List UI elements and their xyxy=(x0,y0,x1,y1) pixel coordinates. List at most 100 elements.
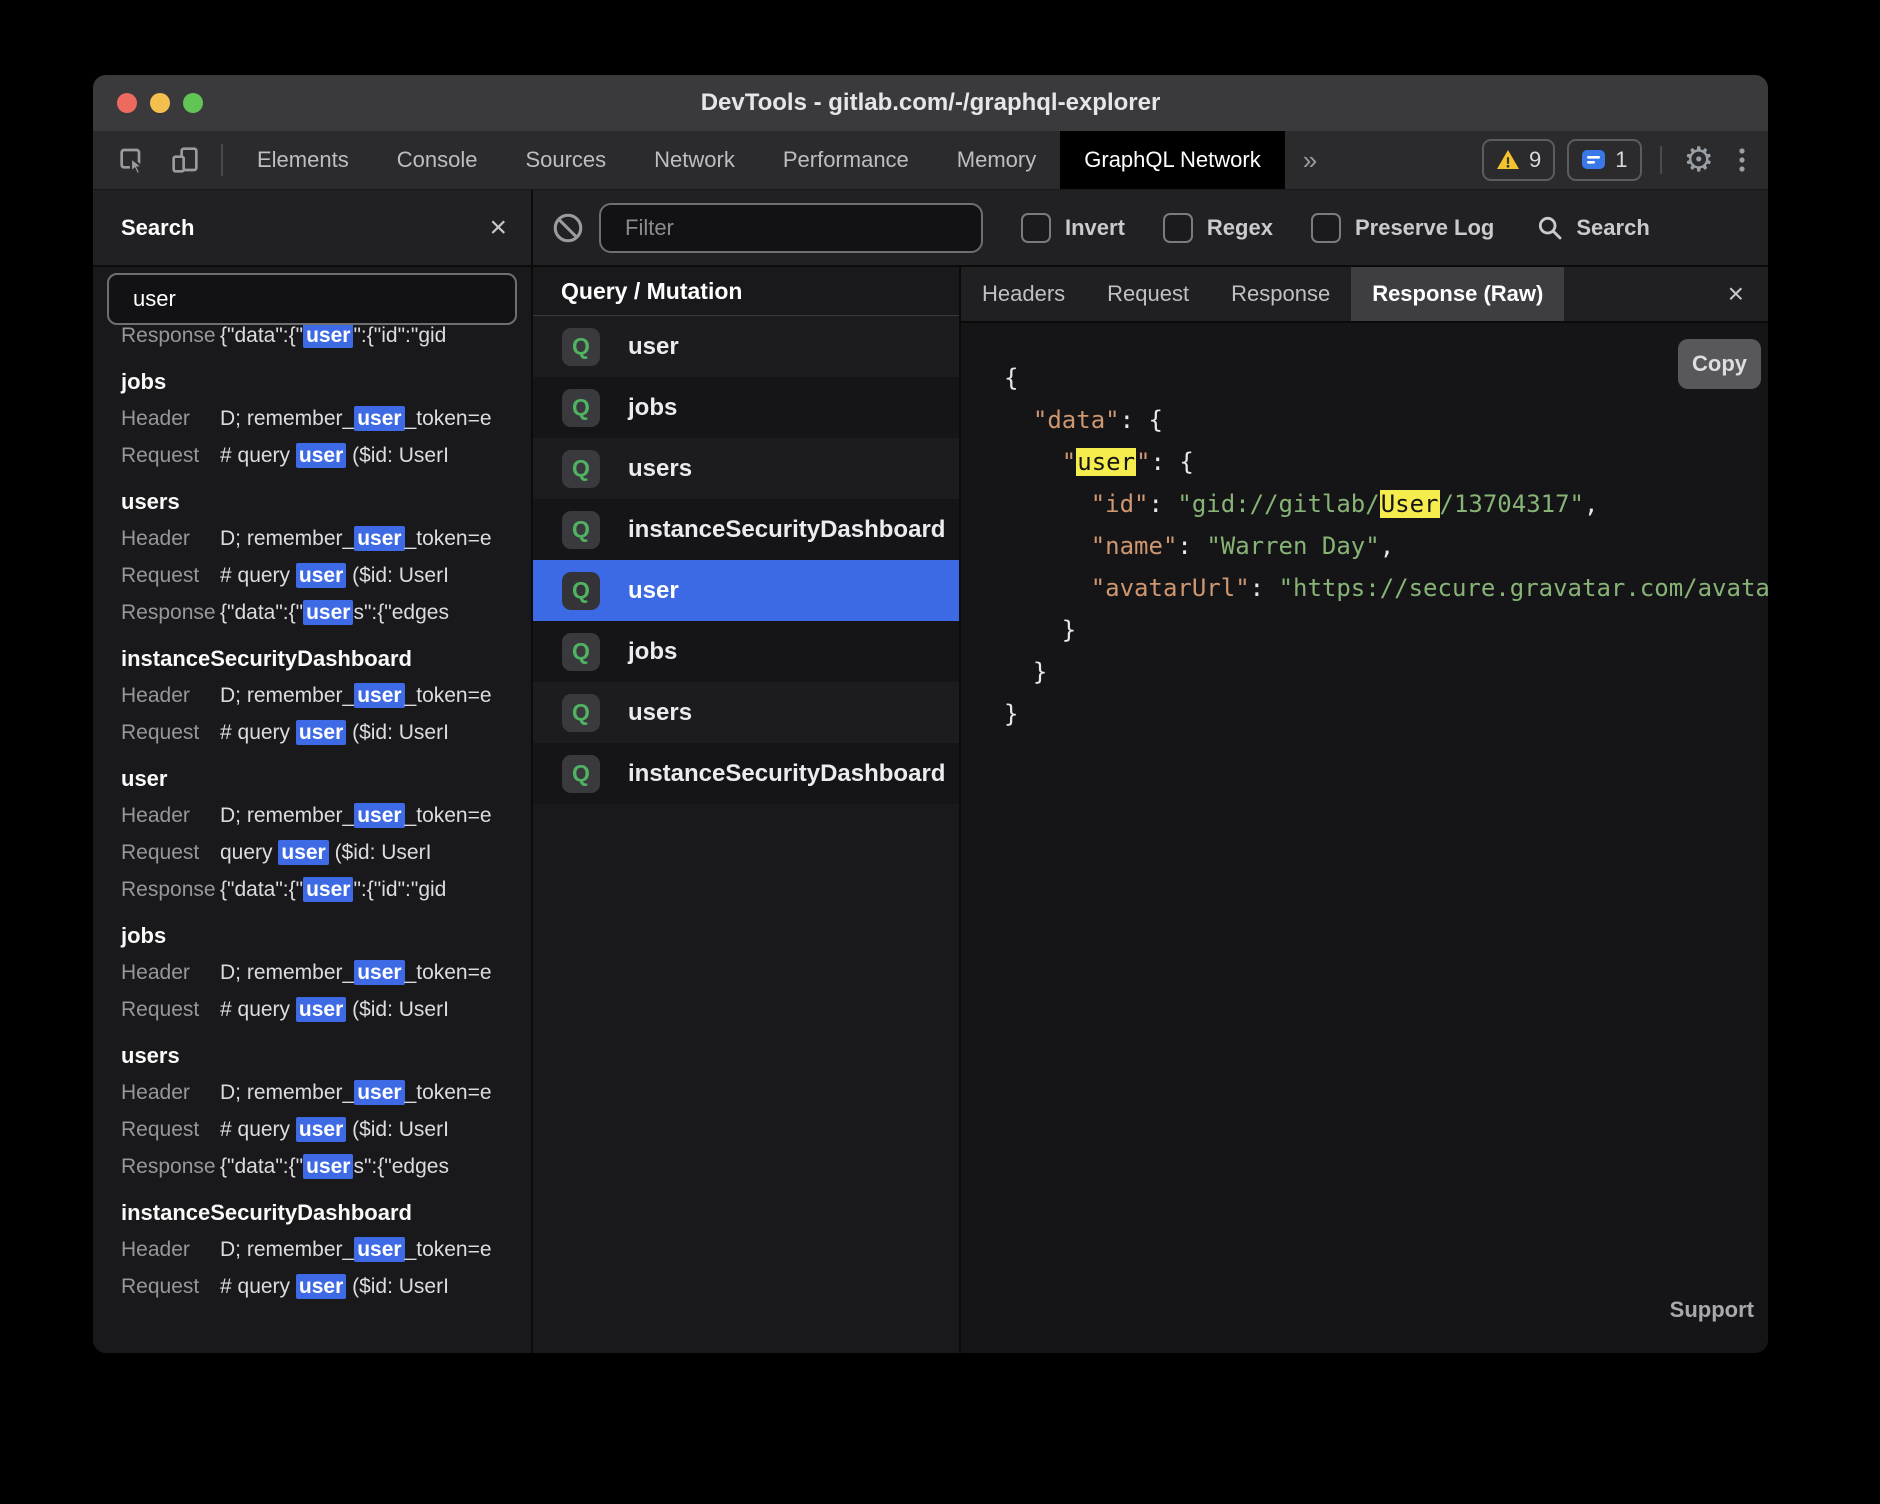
highlighted-match: user xyxy=(303,600,353,625)
tab-graphql-network[interactable]: GraphQL Network xyxy=(1060,131,1284,189)
text-run: _token=e xyxy=(405,1238,492,1261)
search-result-line[interactable]: HeaderD; remember_user_token=e xyxy=(93,1231,531,1268)
search-result-line[interactable]: Request# query user ($id: UserI xyxy=(93,1268,531,1305)
detail-tab-response-raw-[interactable]: Response (Raw) xyxy=(1351,267,1564,321)
preserve-log-checkbox[interactable] xyxy=(1311,213,1341,243)
query-list-item[interactable]: QinstanceSecurityDashboard xyxy=(533,499,959,560)
device-toolbar-icon[interactable] xyxy=(159,131,211,189)
search-result-heading[interactable]: instanceSecurityDashboard xyxy=(93,640,531,677)
result-line-content: D; remember_user_token=e xyxy=(220,527,492,551)
query-item-label: instanceSecurityDashboard xyxy=(628,516,945,544)
zoom-window-button[interactable] xyxy=(183,93,203,113)
search-result-line[interactable]: HeaderD; remember_user_token=e xyxy=(93,1074,531,1111)
titlebar: DevTools - gitlab.com/-/graphql-explorer xyxy=(93,75,1768,131)
tab-console[interactable]: Console xyxy=(373,131,502,189)
warnings-badge[interactable]: 9 xyxy=(1482,139,1555,181)
more-options-icon[interactable] xyxy=(1724,131,1760,189)
divider xyxy=(221,144,223,176)
search-result-line[interactable]: Response{"data":{"users":{"edges xyxy=(93,1148,531,1185)
result-line-content: D; remember_user_token=e xyxy=(220,804,492,828)
highlighted-match: user xyxy=(354,406,404,431)
close-search-panel-icon[interactable]: × xyxy=(489,213,507,243)
query-list-item[interactable]: Quser xyxy=(533,560,959,621)
tab-performance[interactable]: Performance xyxy=(759,131,933,189)
search-result-line[interactable]: Requestquery user ($id: UserI xyxy=(93,834,531,871)
search-result-heading[interactable]: users xyxy=(93,1037,531,1074)
result-line-label: Header xyxy=(121,804,220,828)
query-list-item[interactable]: Qjobs xyxy=(533,621,959,682)
regex-checkbox-group: Regex xyxy=(1163,213,1273,243)
highlighted-match: user xyxy=(354,803,404,828)
search-result-heading[interactable]: jobs xyxy=(93,363,531,400)
preserve-log-label: Preserve Log xyxy=(1355,215,1494,241)
json-token: , xyxy=(1380,532,1394,560)
search-result-entry: userHeaderD; remember_user_token=eReques… xyxy=(93,760,531,908)
search-label: Search xyxy=(1576,215,1649,241)
inspect-element-icon[interactable] xyxy=(107,131,159,189)
invert-checkbox[interactable] xyxy=(1021,213,1051,243)
tab-sources[interactable]: Sources xyxy=(501,131,630,189)
search-result-line[interactable]: Response{"data":{"user":{"id":"gid xyxy=(93,871,531,908)
close-window-button[interactable] xyxy=(117,93,137,113)
regex-checkbox[interactable] xyxy=(1163,213,1193,243)
request-detail-panel: HeadersRequestResponseResponse (Raw) × Co… xyxy=(961,267,1768,1353)
search-result-line[interactable]: Request# query user ($id: UserI xyxy=(93,714,531,751)
window-title: DevTools - gitlab.com/-/graphql-explorer xyxy=(701,89,1161,117)
tab-elements[interactable]: Elements xyxy=(233,131,373,189)
minimize-window-button[interactable] xyxy=(150,93,170,113)
search-result-line[interactable]: HeaderD; remember_user_token=e xyxy=(93,520,531,557)
close-detail-icon[interactable]: × xyxy=(1704,267,1768,321)
result-line-label: Response xyxy=(121,878,220,902)
json-line: "data": { xyxy=(1004,399,1768,441)
query-type-icon: Q xyxy=(562,633,600,671)
tab-memory[interactable]: Memory xyxy=(933,131,1060,189)
search-result-heading[interactable]: users xyxy=(93,483,531,520)
query-item-label: jobs xyxy=(628,394,677,422)
json-token: : { xyxy=(1120,406,1163,434)
json-token xyxy=(1004,490,1091,518)
query-list-item[interactable]: Qusers xyxy=(533,438,959,499)
clear-requests-icon[interactable] xyxy=(551,211,585,245)
detail-tab-request[interactable]: Request xyxy=(1086,267,1210,321)
query-list-item[interactable]: Qusers xyxy=(533,682,959,743)
search-result-heading[interactable]: jobs xyxy=(93,917,531,954)
result-line-label: Request xyxy=(121,1118,220,1142)
settings-gear-icon[interactable]: ⚙ xyxy=(1674,131,1724,189)
query-list-item[interactable]: Qjobs xyxy=(533,377,959,438)
search-toggle[interactable]: Search xyxy=(1536,214,1649,242)
search-result-entry: jobsHeaderD; remember_user_token=eReques… xyxy=(93,363,531,474)
search-result-line[interactable]: HeaderD; remember_user_token=e xyxy=(93,797,531,834)
tab-network[interactable]: Network xyxy=(630,131,759,189)
search-result-line[interactable]: HeaderD; remember_user_token=e xyxy=(93,954,531,991)
search-result-line[interactable]: Request# query user ($id: UserI xyxy=(93,557,531,594)
text-run: # query xyxy=(220,998,296,1021)
search-results-list: Response{"data":{"user":{"id":"gidjobsHe… xyxy=(93,325,531,1353)
search-result-line[interactable]: Request# query user ($id: UserI xyxy=(93,991,531,1028)
detail-tab-headers[interactable]: Headers xyxy=(961,267,1086,321)
search-result-heading[interactable]: user xyxy=(93,760,531,797)
messages-badge[interactable]: 1 xyxy=(1567,139,1641,181)
query-list-item[interactable]: QinstanceSecurityDashboard xyxy=(533,743,959,804)
invert-label: Invert xyxy=(1065,215,1125,241)
search-result-line[interactable]: Response{"data":{"users":{"edges xyxy=(93,594,531,631)
text-run: # query xyxy=(220,721,296,744)
more-tabs-chevron-icon[interactable]: » xyxy=(1285,131,1335,189)
search-result-line[interactable]: Response{"data":{"user":{"id":"gid xyxy=(93,325,531,354)
search-result-line[interactable]: Request# query user ($id: UserI xyxy=(93,437,531,474)
filter-input[interactable] xyxy=(599,203,983,253)
search-result-line[interactable]: Request# query user ($id: UserI xyxy=(93,1111,531,1148)
search-result-heading[interactable]: instanceSecurityDashboard xyxy=(93,1194,531,1231)
search-panel-content: Response{"data":{"user":{"id":"gidjobsHe… xyxy=(93,267,531,1353)
search-result-line[interactable]: HeaderD; remember_user_token=e xyxy=(93,400,531,437)
search-result-line[interactable]: HeaderD; remember_user_token=e xyxy=(93,677,531,714)
network-panel: Invert Regex Preserve Log xyxy=(533,190,1768,1353)
search-input[interactable] xyxy=(107,273,517,325)
support-link[interactable]: Support xyxy=(1670,1289,1754,1331)
highlighted-match: user xyxy=(303,1154,353,1179)
highlighted-match: user xyxy=(303,877,353,902)
query-list-item[interactable]: Quser xyxy=(533,316,959,377)
highlighted-match: user xyxy=(296,1274,346,1299)
detail-tab-response[interactable]: Response xyxy=(1210,267,1351,321)
text-run: {"data":{" xyxy=(220,601,303,624)
copy-button[interactable]: Copy xyxy=(1678,339,1761,389)
